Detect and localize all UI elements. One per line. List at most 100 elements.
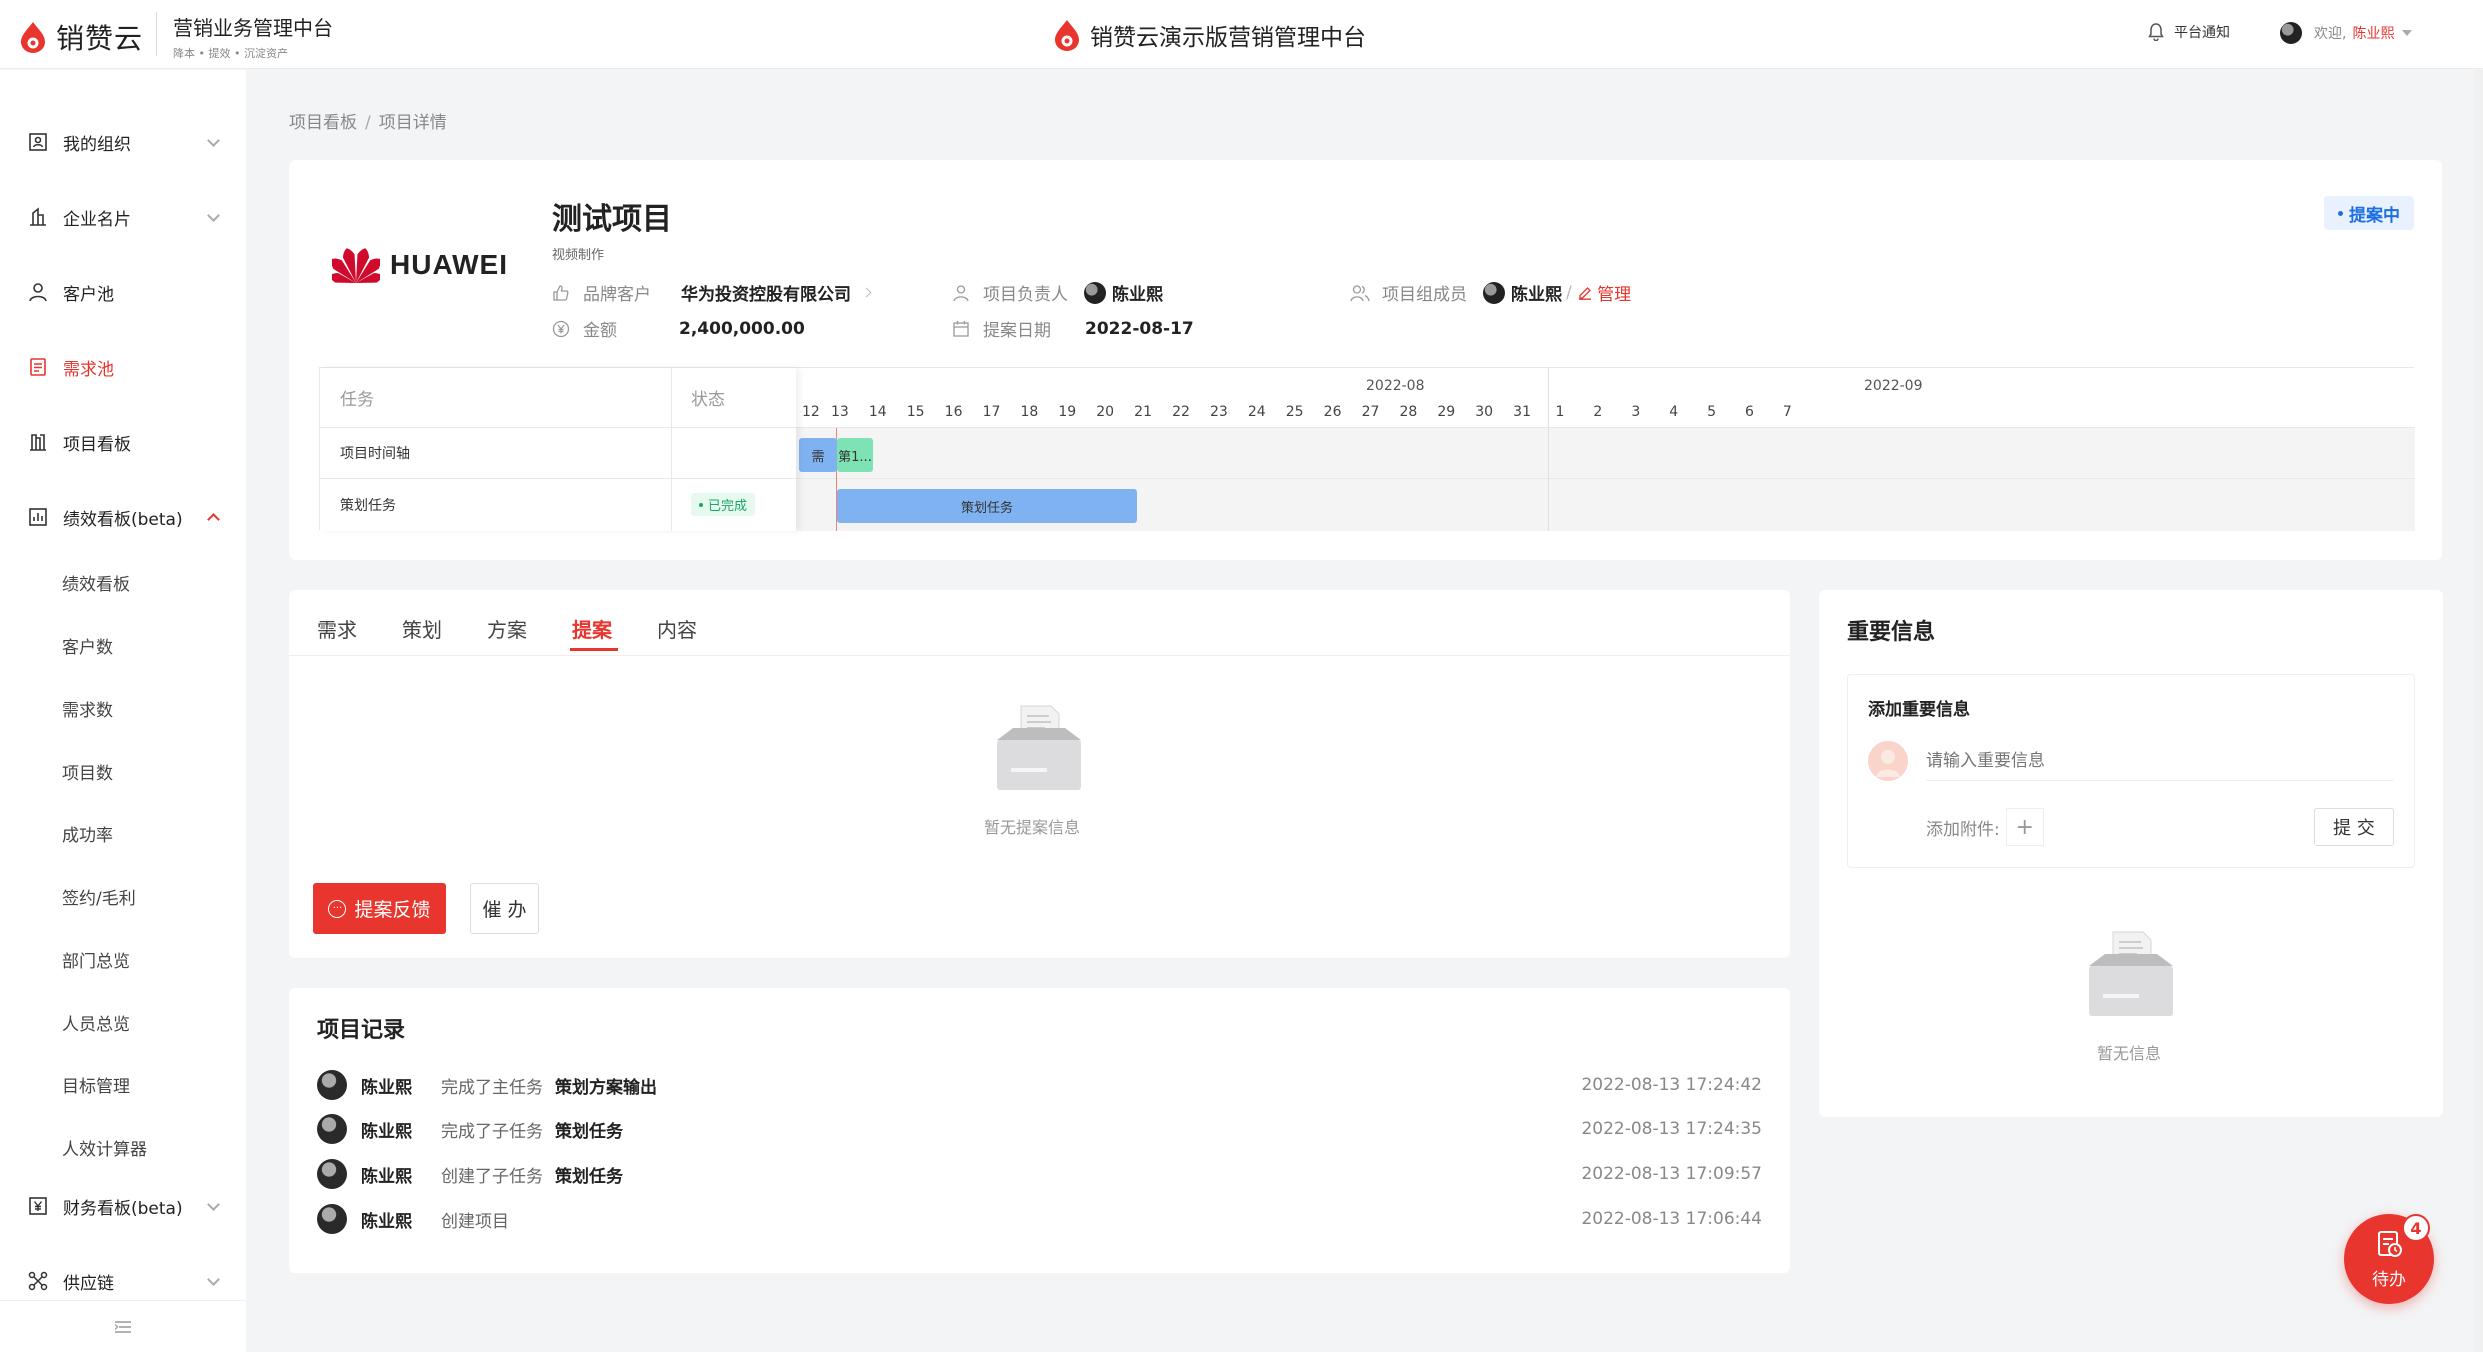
record-user: 陈业熙 xyxy=(361,1166,412,1187)
brand-logo: HUAWEI xyxy=(332,245,508,285)
user-name: 陈业熙 xyxy=(2352,26,2395,42)
gantt-day-label: 26 xyxy=(1323,404,1342,420)
gantt-row-bg xyxy=(796,428,2415,479)
tab-solution[interactable]: 方案 xyxy=(487,614,527,643)
chevron-down-icon xyxy=(207,1198,220,1211)
sidebar-subitem-projects[interactable]: 项目数 xyxy=(62,759,113,784)
breadcrumb-parent[interactable]: 项目看板 xyxy=(289,113,357,133)
avatar xyxy=(317,1159,347,1189)
record-user: 陈业熙 xyxy=(361,1077,412,1098)
gantt-timeline: 2022-08 2022-09 12 13 14 15 16 17 18 19 20 21 22 23… xyxy=(796,368,2415,531)
sidebar-subitem-staff-overview[interactable]: 人员总览 xyxy=(62,1010,130,1035)
sidebar-subitem-demands[interactable]: 需求数 xyxy=(62,696,113,721)
record-time: 2022-08-13 17:24:42 xyxy=(1581,1075,1762,1095)
gantt-day-label: 2 xyxy=(1593,404,1603,420)
avatar xyxy=(1868,741,1908,781)
sidebar-item-performance-board[interactable]: 绩效看板(beta) xyxy=(0,497,246,537)
sidebar-item-project-board[interactable]: 项目看板 xyxy=(0,422,246,462)
sidebar-subitem-customers[interactable]: 客户数 xyxy=(62,633,113,658)
platform-info: 营销业务管理中台 降本 • 提效 • 沉淀资产 xyxy=(173,12,333,61)
app-logo[interactable]: 销赞云 xyxy=(18,17,143,57)
amount-label: 金额 xyxy=(583,321,617,341)
logo-flame-icon xyxy=(1055,20,1079,51)
sidebar-item-org[interactable]: 我的组织 xyxy=(0,122,246,162)
caret-down-icon xyxy=(2402,30,2413,36)
sidebar-subitem-goal-management[interactable]: 目标管理 xyxy=(62,1072,130,1097)
page-scrollbar[interactable] xyxy=(2475,70,2483,1352)
brand-customer-field: 品牌客户 华为投资控股有限公司 xyxy=(551,280,872,305)
logo-flame-icon xyxy=(21,22,45,53)
thumbs-up-icon xyxy=(551,283,571,303)
notify-label: 平台通知 xyxy=(2174,25,2230,41)
sidebar-item-company-card[interactable]: 企业名片 xyxy=(0,197,246,237)
owner-value: 陈业熙 xyxy=(1112,285,1163,305)
add-attachment-plus-icon[interactable]: + xyxy=(2005,808,2044,846)
record-row: 陈业熙 创建了子任务 策划任务 2022-08-13 17:09:57 xyxy=(317,1159,1762,1189)
important-info-title: 重要信息 xyxy=(1847,620,1936,645)
sidebar-subitem-efficiency-calculator[interactable]: 人效计算器 xyxy=(62,1135,147,1160)
chat-icon: ··· xyxy=(328,899,347,918)
sidebar-item-label: 需求池 xyxy=(63,359,114,380)
gantt-header-row: 任务 状态 xyxy=(320,368,796,428)
menu-collapse-icon[interactable] xyxy=(0,1300,246,1352)
proposal-date-value: 2022-08-17 xyxy=(1085,318,1194,339)
user-menu[interactable]: 欢迎, 陈业熙 xyxy=(2280,22,2413,44)
top-header: 销赞云 营销业务管理中台 降本 • 提效 • 沉淀资产 销赞云演示版营销管理中台… xyxy=(0,0,2483,69)
tab-demand[interactable]: 需求 xyxy=(317,614,357,643)
status-done-text: 已完成 xyxy=(708,499,748,514)
tab-content[interactable]: 内容 xyxy=(657,614,697,643)
gantt-bar-planning-task[interactable]: 策划任务 xyxy=(837,489,1137,523)
sidebar-item-supply-chain[interactable]: 供应链 xyxy=(0,1261,246,1301)
sidebar-item-customer-pool[interactable]: 客户池 xyxy=(0,272,246,312)
amount-value: 2,400,000.00 xyxy=(679,318,805,339)
center-title: 销赞云演示版营销管理中台 xyxy=(1052,18,1366,52)
proposal-feedback-button[interactable]: ··· 提案反馈 xyxy=(313,883,446,934)
tab-proposal[interactable]: 提案 xyxy=(572,614,612,643)
gantt-task-row[interactable]: 策划任务 已完成 xyxy=(320,479,796,530)
sidebar-subitem-performance[interactable]: 绩效看板 xyxy=(62,570,130,595)
platform-notify[interactable]: 平台通知 xyxy=(2148,22,2230,42)
sidebar-subitem-contract-margin[interactable]: 签约/毛利 xyxy=(62,884,136,909)
breadcrumb-separator: / xyxy=(365,113,371,133)
sidebar-item-label: 客户池 xyxy=(63,284,114,305)
sidebar-item-label: 财务看板(beta) xyxy=(63,1198,183,1219)
tab-bar: 需求 策划 方案 提案 内容 xyxy=(289,590,1790,656)
gantt-day-label: 7 xyxy=(1782,404,1792,420)
manage-members-button[interactable]: 管理 xyxy=(1578,280,1631,305)
gantt-day-label: 30 xyxy=(1475,404,1494,420)
huawei-petal-icon xyxy=(332,248,380,283)
gantt-bar-demand[interactable]: 需 xyxy=(799,438,837,472)
gantt-day-label: 16 xyxy=(944,404,963,420)
gantt-day-label: 6 xyxy=(1745,404,1754,420)
submit-button[interactable]: 提 交 xyxy=(2314,808,2394,846)
sidebar-subitem-success-rate[interactable]: 成功率 xyxy=(62,821,113,846)
gantt-task-status: 已完成 xyxy=(671,479,756,530)
sidebar-item-demand-pool[interactable]: 需求池 xyxy=(0,347,246,387)
sidebar-subitem-department-overview[interactable]: 部门总览 xyxy=(62,947,130,972)
avatar xyxy=(1084,281,1106,304)
sidebar-item-finance-board[interactable]: 财务看板(beta) xyxy=(0,1186,246,1226)
tab-active-indicator xyxy=(570,648,618,651)
project-card: HUAWEI 测试项目 视频制作 提案中 品牌客户 华为投资控股有限公司 金额 … xyxy=(289,160,2442,560)
gantt-bar-phase[interactable]: 第1... xyxy=(837,438,873,472)
chevron-up-icon xyxy=(207,513,220,526)
board-icon xyxy=(27,431,49,453)
chevron-right-icon xyxy=(861,287,872,298)
gantt-day-label: 12 xyxy=(802,404,820,420)
breadcrumb-current: 项目详情 xyxy=(378,113,447,133)
sidebar-item-label: 绩效看板(beta) xyxy=(63,509,183,530)
avatar xyxy=(317,1114,347,1144)
record-object: 策划方案输出 xyxy=(555,1077,657,1098)
urge-button[interactable]: 催 办 xyxy=(470,883,539,934)
avatar xyxy=(2280,22,2302,44)
todo-clipboard-icon xyxy=(2378,1230,2402,1257)
tab-planning[interactable]: 策划 xyxy=(402,614,442,643)
platform-title: 营销业务管理中台 xyxy=(173,16,333,40)
gantt-task-row[interactable]: 项目时间轴 xyxy=(320,428,796,479)
org-icon xyxy=(27,131,49,153)
brand-customer-value[interactable]: 华为投资控股有限公司 xyxy=(681,280,851,305)
proposal-date-label: 提案日期 xyxy=(983,321,1051,341)
important-info-input[interactable] xyxy=(1926,741,2394,781)
gantt-col-status-label: 状态 xyxy=(691,390,725,410)
gantt-day-label: 31 xyxy=(1513,404,1532,420)
